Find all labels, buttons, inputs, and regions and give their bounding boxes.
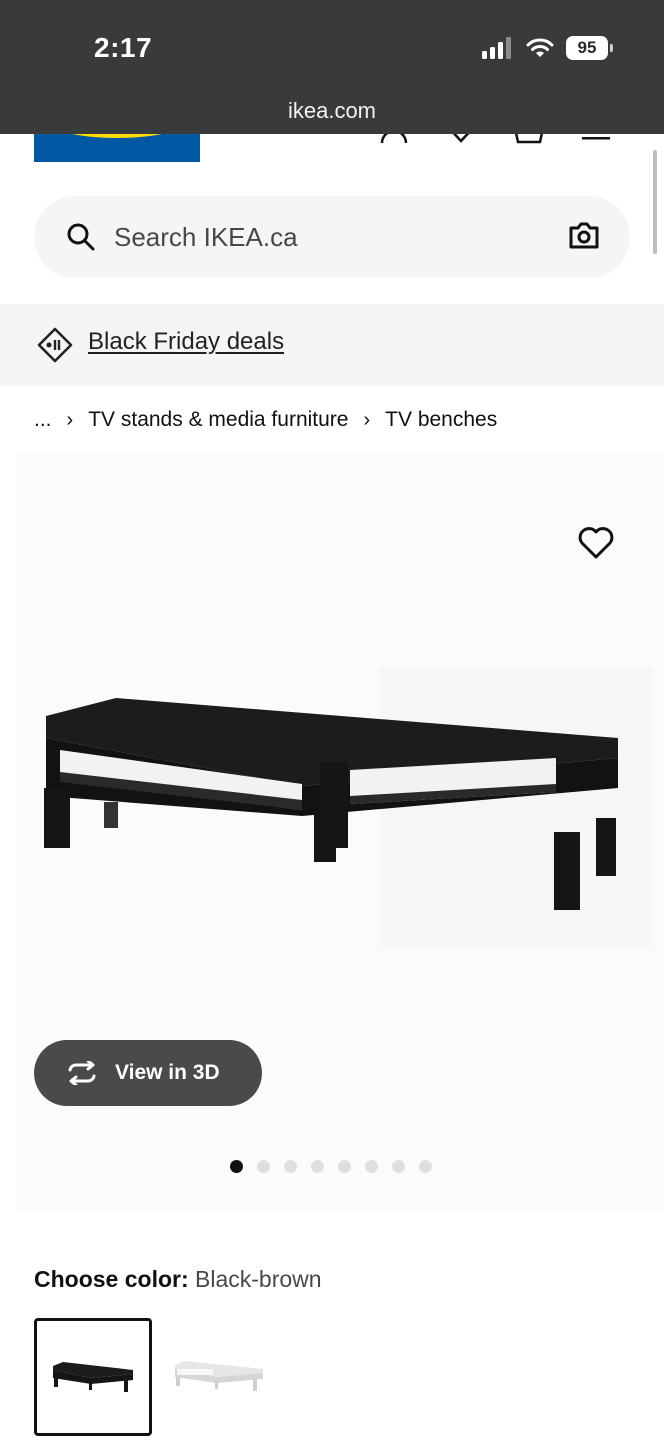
color-chooser-label: Choose color: Black-brown (34, 1266, 322, 1293)
promo-banner: Black Friday deals (0, 304, 664, 386)
view-in-3d-label: View in 3D (115, 1061, 220, 1084)
pagination-dot[interactable] (230, 1160, 243, 1173)
camera-icon[interactable] (568, 220, 600, 250)
pagination-dot[interactable] (257, 1160, 270, 1173)
pagination-dot[interactable] (338, 1160, 351, 1173)
browser-top-bar: 2:17 95 ikea.com (0, 0, 664, 134)
rotate-3d-icon (68, 1061, 96, 1085)
pagination-dot[interactable] (284, 1160, 297, 1173)
color-option-white[interactable] (160, 1318, 278, 1436)
scroll-indicator (653, 150, 657, 254)
black-friday-link[interactable]: Black Friday deals (88, 328, 284, 356)
view-in-3d-button[interactable]: View in 3D (34, 1040, 262, 1106)
pagination-dot[interactable] (392, 1160, 405, 1173)
status-time: 2:17 (94, 32, 153, 63)
pagination-dot[interactable] (365, 1160, 378, 1173)
color-option-black-brown[interactable] (34, 1318, 152, 1436)
status-icons: 95 (482, 36, 613, 60)
breadcrumb-tv-benches[interactable]: TV benches (385, 408, 497, 432)
pagination-dot[interactable] (311, 1160, 324, 1173)
search-bar[interactable] (34, 196, 630, 278)
wifi-icon (526, 38, 554, 57)
white-thumbnail (175, 1361, 263, 1391)
price-tag-icon (37, 327, 73, 363)
image-pagination (230, 1160, 432, 1173)
breadcrumb: ... › TV stands & media furniture › TV b… (34, 408, 497, 432)
breadcrumb-separator: › (363, 408, 371, 431)
breadcrumb-separator: › (66, 408, 74, 431)
url-bar[interactable]: ikea.com (0, 98, 664, 124)
cellular-signal-icon (482, 37, 511, 59)
breadcrumb-ellipsis[interactable]: ... (34, 408, 52, 432)
selected-color-value: Black-brown (195, 1266, 322, 1292)
breadcrumb-tv-stands[interactable]: TV stands & media furniture (88, 408, 348, 432)
search-icon (67, 223, 95, 251)
choose-color-heading: Choose color: (34, 1266, 189, 1292)
black-brown-thumbnail (53, 1362, 133, 1392)
pagination-dot[interactable] (419, 1160, 432, 1173)
search-input[interactable] (114, 216, 534, 258)
battery-icon: 95 (566, 36, 613, 60)
add-to-favorites-icon[interactable] (578, 526, 614, 560)
tv-bench-product-image (44, 698, 618, 910)
